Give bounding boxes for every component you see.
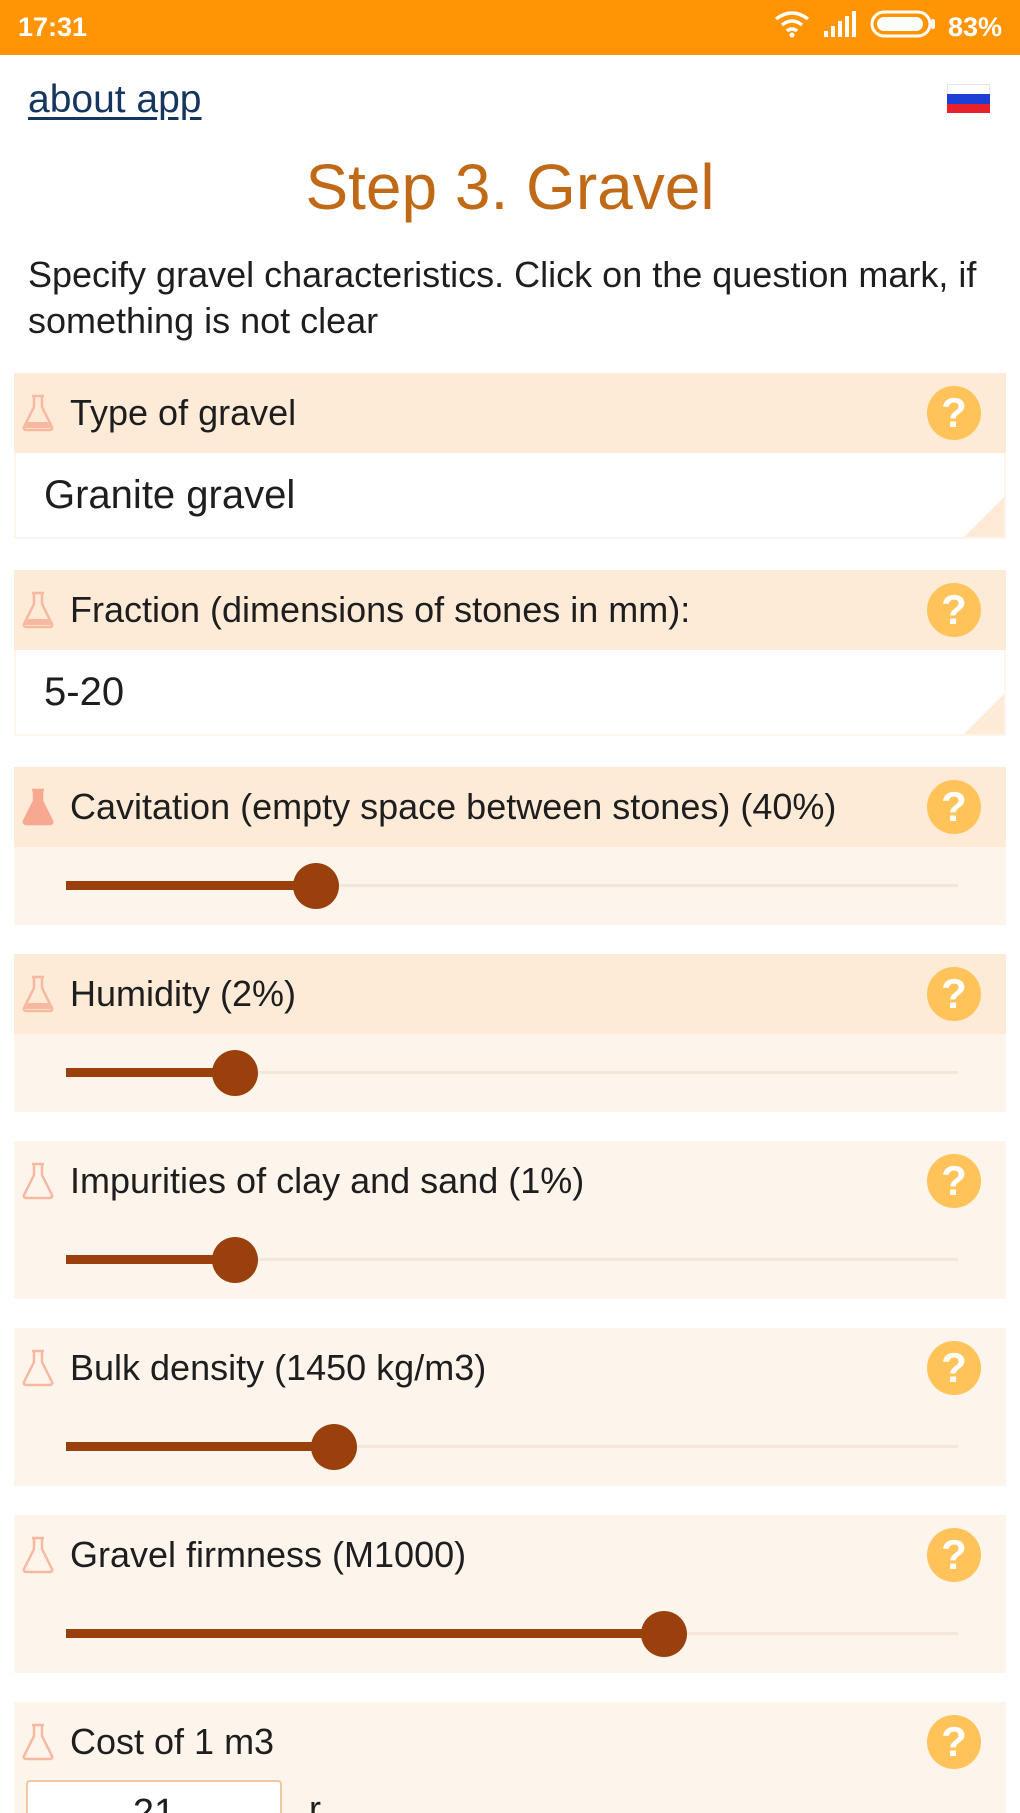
status-time: 17:31 — [18, 12, 88, 42]
card-label: Humidity (2%) — [70, 973, 297, 1014]
cost-unit: r — [309, 1788, 321, 1813]
bulk-density-card: Bulk density (1450 kg/m3) ? — [14, 1328, 1006, 1486]
question-mark-icon[interactable]: ? — [927, 386, 981, 440]
bulk-density-slider[interactable] — [14, 1408, 1006, 1486]
card-header: Fraction (dimensions of stones in mm): ? — [14, 570, 1006, 650]
gravel-firmness-card: Gravel firmness (M1000) ? — [14, 1515, 1006, 1673]
fraction-select[interactable]: 5-20 — [16, 650, 1004, 734]
russian-flag-icon[interactable] — [947, 84, 990, 113]
type-of-gravel-card: Type of gravel ? Granite gravel — [14, 373, 1006, 539]
card-label: Cavitation (empty space between stones) … — [70, 786, 837, 827]
card-header: Impurities of clay and sand (1%) ? — [14, 1141, 1006, 1221]
signal-icon — [822, 11, 858, 44]
question-mark-icon[interactable]: ? — [927, 1154, 981, 1208]
flask-icon — [18, 1346, 58, 1390]
question-mark-icon[interactable]: ? — [927, 1715, 981, 1769]
gravel-type-select[interactable]: Granite gravel — [16, 453, 1004, 537]
card-header: Type of gravel ? — [14, 373, 1006, 453]
gravel-type-value: Granite gravel — [44, 472, 296, 517]
battery-icon — [870, 10, 936, 45]
about-app-link[interactable]: about app — [28, 78, 202, 122]
card-label: Cost of 1 m3 — [70, 1721, 275, 1762]
card-label: Fraction (dimensions of stones in mm): — [70, 589, 691, 630]
cost-card: Cost of 1 m3 ? 21 r — [14, 1702, 1006, 1813]
question-mark-icon[interactable]: ? — [927, 583, 981, 637]
slider-thumb[interactable] — [640, 1611, 687, 1657]
slider-thumb[interactable] — [310, 1424, 357, 1470]
gravel-firmness-slider[interactable] — [14, 1595, 1006, 1673]
flask-icon — [18, 972, 58, 1016]
slider-fill — [66, 881, 316, 890]
card-label: Bulk density (1450 kg/m3) — [70, 1347, 487, 1388]
flask-icon — [18, 785, 58, 829]
slider-thumb[interactable] — [212, 1237, 259, 1283]
cost-input[interactable]: 21 — [26, 1780, 282, 1813]
card-header: Cavitation (empty space between stones) … — [14, 767, 1006, 847]
flag-stripe-white — [947, 84, 990, 95]
fraction-card: Fraction (dimensions of stones in mm): ?… — [14, 570, 1006, 736]
flag-stripe-red — [947, 103, 990, 113]
page-title: Step 3. Gravel — [305, 151, 715, 223]
dropdown-corner-icon — [964, 694, 1004, 734]
slider-fill — [66, 1255, 236, 1264]
wifi-icon — [774, 10, 810, 45]
card-header: Bulk density (1450 kg/m3) ? — [14, 1328, 1006, 1408]
question-mark-icon[interactable]: ? — [927, 1528, 981, 1582]
instructions-text: Specify gravel characteristics. Click on… — [28, 254, 977, 341]
flask-icon — [18, 1533, 58, 1577]
humidity-slider[interactable] — [14, 1034, 1006, 1112]
slider-fill — [66, 1068, 236, 1077]
slider-fill — [66, 1442, 334, 1451]
humidity-card: Humidity (2%) ? — [14, 954, 1006, 1112]
cost-value: 21 — [132, 1792, 176, 1813]
flag-stripe-blue — [947, 94, 990, 104]
slider-thumb[interactable] — [212, 1050, 259, 1096]
card-header: Cost of 1 m3 ? — [14, 1702, 1006, 1782]
flask-icon — [18, 391, 58, 435]
flask-icon — [18, 588, 58, 632]
battery-percent: 83% — [947, 12, 1002, 42]
impurities-slider[interactable] — [14, 1221, 1006, 1299]
card-label: Impurities of clay and sand (1%) — [70, 1160, 585, 1201]
impurities-card: Impurities of clay and sand (1%) ? — [14, 1141, 1006, 1299]
question-mark-icon[interactable]: ? — [927, 1341, 981, 1395]
card-header: Humidity (2%) ? — [14, 954, 1006, 1034]
flask-icon — [18, 1720, 58, 1764]
question-mark-icon[interactable]: ? — [927, 780, 981, 834]
flask-icon — [18, 1159, 58, 1203]
dropdown-corner-icon — [964, 497, 1004, 537]
status-bar: 17:31 83% — [0, 0, 1020, 55]
slider-fill — [66, 1629, 664, 1638]
card-label: Gravel firmness (M1000) — [70, 1534, 467, 1575]
card-header: Gravel firmness (M1000) ? — [14, 1515, 1006, 1595]
fraction-value: 5-20 — [44, 669, 125, 714]
card-label: Type of gravel — [70, 392, 297, 433]
cavitation-slider[interactable] — [14, 847, 1006, 925]
cavitation-card: Cavitation (empty space between stones) … — [14, 767, 1006, 925]
status-icons: 83% — [774, 10, 1002, 45]
question-mark-icon[interactable]: ? — [927, 967, 981, 1021]
slider-thumb[interactable] — [292, 863, 339, 909]
